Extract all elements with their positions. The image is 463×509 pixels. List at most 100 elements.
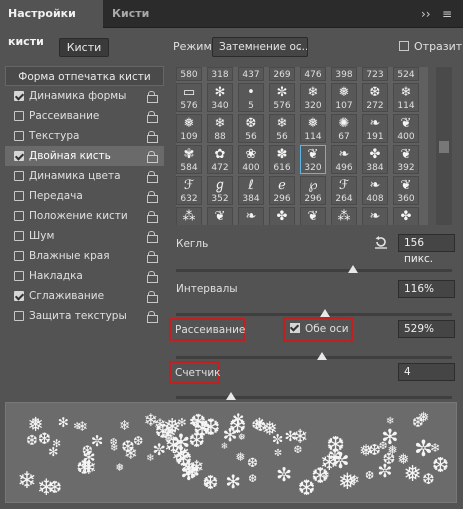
- brush-tip-cell[interactable]: ▭ 576: [176, 83, 202, 112]
- lock-icon[interactable]: [147, 311, 158, 323]
- option-checkbox[interactable]: [14, 111, 24, 121]
- lock-icon[interactable]: [147, 171, 158, 183]
- brush-tip-cell[interactable]: ✾ 584: [176, 145, 202, 174]
- count-slider-knob[interactable]: [226, 392, 237, 400]
- option-checkbox[interactable]: [14, 131, 24, 141]
- lock-icon[interactable]: [147, 191, 158, 203]
- lock-icon[interactable]: [147, 91, 158, 103]
- brush-tip-cell[interactable]: 476: [300, 67, 326, 81]
- brush-tip-cell[interactable]: ❀ 400: [238, 145, 264, 174]
- option-item[interactable]: Рассеивание: [5, 106, 164, 126]
- lock-icon[interactable]: [147, 131, 158, 143]
- size-slider[interactable]: [176, 265, 452, 273]
- brush-tip-cell[interactable]: ❧ 496: [331, 145, 357, 174]
- brush-tip-cell[interactable]: ℓ 384: [238, 176, 264, 205]
- option-checkbox[interactable]: [14, 91, 24, 101]
- scatter-value-field[interactable]: 529%: [398, 320, 455, 338]
- panel-menu-icon[interactable]: ≡: [442, 0, 452, 28]
- option-checkbox[interactable]: [14, 171, 24, 181]
- option-checkbox[interactable]: [14, 231, 24, 241]
- flip-checkbox-box[interactable]: [399, 41, 409, 51]
- brush-tip-cell[interactable]: ✼ 576: [269, 83, 295, 112]
- brush-tip-cell[interactable]: 437: [238, 67, 264, 81]
- option-item[interactable]: Сглаживание: [5, 286, 164, 306]
- scatter-slider[interactable]: [176, 352, 452, 360]
- brush-tip-cell[interactable]: ⁂: [176, 207, 202, 225]
- option-checkbox[interactable]: [14, 151, 24, 161]
- size-slider-knob[interactable]: [347, 265, 358, 273]
- brush-tip-cell[interactable]: 580: [176, 67, 202, 81]
- reset-size-icon[interactable]: [374, 235, 388, 249]
- brush-tip-cell[interactable]: ❦ 320: [300, 145, 326, 174]
- option-item[interactable]: Накладка: [5, 266, 164, 286]
- brush-tip-cell[interactable]: ℘ 296: [300, 176, 326, 205]
- brush-tip-cell[interactable]: ❧: [362, 207, 388, 225]
- brush-tip-cell[interactable]: ✤: [269, 207, 295, 225]
- brush-tip-cell[interactable]: ❆ 272: [362, 83, 388, 112]
- brush-tip-cell[interactable]: ❄ 114: [393, 83, 419, 112]
- brush-tip-cell[interactable]: ❦: [207, 207, 233, 225]
- brush-tip-shape-item[interactable]: Форма отпечатка кисти: [5, 66, 164, 86]
- brush-tip-cell[interactable]: ✽ 616: [269, 145, 295, 174]
- spacing-slider[interactable]: [176, 309, 452, 317]
- brush-tip-cell[interactable]: ✻ 340: [207, 83, 233, 112]
- option-item[interactable]: Текстура: [5, 126, 164, 146]
- brush-tip-cell[interactable]: ❄ 56: [269, 114, 295, 143]
- scatter-slider-knob[interactable]: [317, 352, 328, 360]
- option-item[interactable]: Положение кисти: [5, 206, 164, 226]
- option-checkbox[interactable]: [14, 191, 24, 201]
- lock-icon[interactable]: [147, 111, 158, 123]
- brush-tip-cell[interactable]: ❧: [238, 207, 264, 225]
- option-checkbox[interactable]: [14, 251, 24, 261]
- brush-tip-cell[interactable]: ⁂: [331, 207, 357, 225]
- option-checkbox[interactable]: [14, 291, 24, 301]
- brush-tip-cell[interactable]: ℊ 352: [207, 176, 233, 205]
- lock-icon[interactable]: [147, 151, 158, 163]
- option-checkbox[interactable]: [14, 271, 24, 281]
- brush-tip-cell[interactable]: 524: [393, 67, 419, 81]
- both-axes-checkbox[interactable]: [290, 323, 300, 333]
- brush-tip-cell[interactable]: ℱ 264: [331, 176, 357, 205]
- brush-tip-cell[interactable]: ❅ 114: [300, 114, 326, 143]
- option-item[interactable]: Динамика формы: [5, 86, 164, 106]
- brush-tip-cell[interactable]: • 5: [238, 83, 264, 112]
- brush-grid-scrollbar[interactable]: [436, 67, 452, 225]
- option-item[interactable]: Двойная кисть: [5, 146, 164, 166]
- brush-tip-cell[interactable]: ℯ 296: [269, 176, 295, 205]
- brush-tip-cell[interactable]: ✺ 67: [331, 114, 357, 143]
- size-value-field[interactable]: 156 пикс.: [398, 234, 455, 265]
- brush-tip-cell[interactable]: 723: [362, 67, 388, 81]
- brush-tip-cell[interactable]: 398: [331, 67, 357, 81]
- lock-icon[interactable]: [147, 251, 158, 263]
- brush-tip-cell[interactable]: ❦: [300, 207, 326, 225]
- brush-tip-cell[interactable]: ❆ 56: [238, 114, 264, 143]
- brush-tip-cell[interactable]: ❄ 88: [207, 114, 233, 143]
- option-item[interactable]: Защита текстуры: [5, 306, 164, 326]
- brush-tip-cell[interactable]: ✤: [393, 207, 419, 225]
- option-item[interactable]: Динамика цвета: [5, 166, 164, 186]
- brush-tip-cell[interactable]: ❅ 109: [176, 114, 202, 143]
- option-item[interactable]: Шум: [5, 226, 164, 246]
- brush-tip-cell[interactable]: 269: [269, 67, 295, 81]
- collapse-panel-icon[interactable]: ››: [421, 0, 431, 28]
- lock-icon[interactable]: [147, 211, 158, 223]
- tab-brush-settings[interactable]: Настройки кисти: [0, 0, 103, 48]
- mode-select[interactable]: Затемнение ос... ⌄: [212, 37, 308, 57]
- lock-icon[interactable]: [147, 271, 158, 283]
- option-checkbox[interactable]: [14, 211, 24, 221]
- brushes-button[interactable]: Кисти: [59, 38, 109, 57]
- brush-tip-cell[interactable]: ℱ 632: [176, 176, 202, 205]
- brush-tip-cell[interactable]: ❦ 360: [393, 176, 419, 205]
- tab-brushes[interactable]: Кисти: [104, 0, 157, 28]
- spacing-value-field[interactable]: 116%: [398, 280, 455, 298]
- brush-tip-cell[interactable]: ❅ 107: [331, 83, 357, 112]
- brush-tip-cell[interactable]: ❧ 191: [362, 114, 388, 143]
- lock-icon[interactable]: [147, 231, 158, 243]
- option-checkbox[interactable]: [14, 311, 24, 321]
- scrollbar-thumb[interactable]: [439, 141, 449, 153]
- brush-tip-cell[interactable]: ❧ 408: [362, 176, 388, 205]
- brush-tip-cell[interactable]: ❦ 392: [393, 145, 419, 174]
- brush-tip-cell[interactable]: ✤ 384: [362, 145, 388, 174]
- brush-tip-cell[interactable]: ❦ 400: [393, 114, 419, 143]
- option-item[interactable]: Влажные края: [5, 246, 164, 266]
